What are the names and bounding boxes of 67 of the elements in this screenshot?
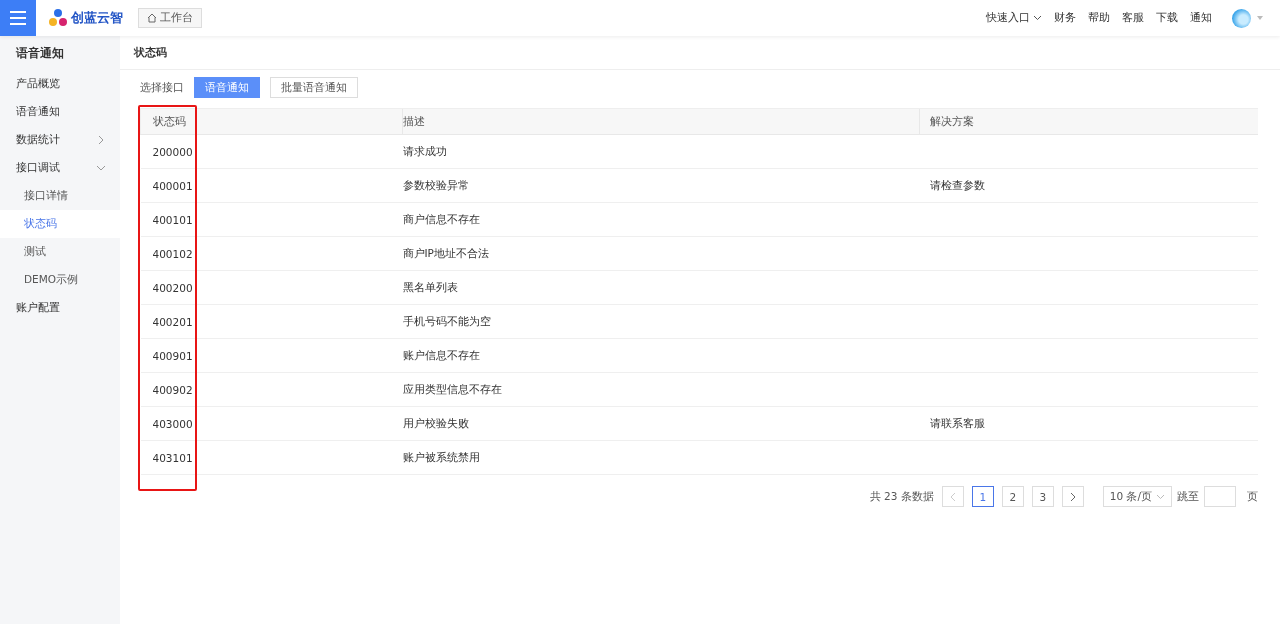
avatar[interactable] — [1232, 8, 1251, 28]
page-button[interactable]: 2 — [1001, 486, 1024, 507]
prev-page-button[interactable] — [941, 486, 964, 507]
table-cell: 403101 — [140, 440, 196, 475]
chevron-icon — [96, 163, 106, 173]
chevron-icon — [96, 135, 106, 145]
workbench-tab[interactable]: 工作台 — [138, 8, 202, 28]
header-link[interactable]: 快速入口 — [986, 11, 1042, 25]
jump-label: 跳至 — [1177, 489, 1199, 504]
column-header: 状态码 — [140, 108, 196, 135]
table-cell: 400102 — [140, 236, 196, 271]
table-cell: 400001 — [140, 168, 196, 203]
sidebar-item[interactable]: 接口详情 — [0, 182, 120, 210]
chevron-right-icon — [1069, 491, 1076, 502]
total-count: 共 23 条数据 — [869, 489, 934, 504]
header-link[interactable]: 财务 — [1054, 11, 1076, 25]
table-cell: 应用类型信息不存在 — [402, 372, 920, 407]
brand-name: 创蓝云智 — [71, 9, 123, 27]
sidebar-item[interactable]: 测试 — [0, 238, 120, 266]
sidebar-item[interactable]: 状态码 — [0, 210, 120, 238]
column-header: 解决方案 — [919, 108, 1258, 135]
table-cell: 账户信息不存在 — [402, 338, 920, 373]
logo-icon — [48, 8, 68, 28]
picker-label: 选择接口 — [140, 80, 184, 95]
table-cell: 400200 — [140, 270, 196, 305]
page-button[interactable]: 3 — [1031, 486, 1054, 507]
table-cell: 400101 — [140, 202, 196, 237]
table-cell: 400902 — [140, 372, 196, 407]
table-cell: 账户被系统禁用 — [402, 440, 920, 475]
table-cell: 请联系客服 — [919, 406, 1258, 441]
table-cell: 黑名单列表 — [402, 270, 920, 305]
header-link[interactable]: 通知 — [1190, 11, 1212, 25]
sidebar-item[interactable]: 接口调试 — [0, 154, 120, 182]
caret-icon — [1033, 15, 1042, 21]
sidebar-item[interactable]: 数据统计 — [0, 126, 120, 154]
table-cell: 用户校验失败 — [402, 406, 920, 441]
sidebar-title: 语音通知 — [15, 45, 65, 62]
header-link[interactable]: 帮助 — [1088, 11, 1110, 25]
page-suffix: 页 — [1247, 489, 1258, 504]
caret-icon — [1257, 16, 1263, 20]
table-cell: 400901 — [140, 338, 196, 373]
page-size-select[interactable]: 10 条/页 — [1102, 486, 1172, 507]
table-cell: 商户信息不存在 — [402, 202, 920, 237]
caret-icon — [1156, 493, 1165, 500]
page-button[interactable]: 1 — [971, 486, 994, 507]
sidebar-item[interactable]: 账户配置 — [0, 294, 120, 322]
page-title: 状态码 — [120, 36, 1280, 70]
page-input[interactable] — [1204, 486, 1236, 507]
table-cell: 400201 — [140, 304, 196, 339]
header-link[interactable]: 客服 — [1122, 11, 1144, 25]
sidebar-item[interactable]: DEMO示例 — [0, 266, 120, 294]
chevron-left-icon — [949, 491, 956, 502]
next-page-button[interactable] — [1061, 486, 1084, 507]
table-cell: 403000 — [140, 406, 196, 441]
sidebar-item[interactable]: 产品概览 — [0, 70, 120, 98]
home-icon — [147, 13, 157, 23]
interface-button[interactable]: 批量语音通知 — [270, 77, 358, 98]
header-link[interactable]: 下载 — [1156, 11, 1178, 25]
menu-icon — [10, 11, 26, 25]
table-cell: 请求成功 — [402, 134, 920, 169]
table-cell: 商户IP地址不合法 — [402, 236, 920, 271]
table-cell: 请检查参数 — [919, 168, 1258, 203]
menu-button[interactable] — [0, 0, 36, 36]
sidebar-item[interactable]: 语音通知 — [0, 98, 120, 126]
column-header: 描述 — [402, 108, 920, 135]
table-cell: 手机号码不能为空 — [402, 304, 920, 339]
table-cell: 参数校验异常 — [402, 168, 920, 203]
